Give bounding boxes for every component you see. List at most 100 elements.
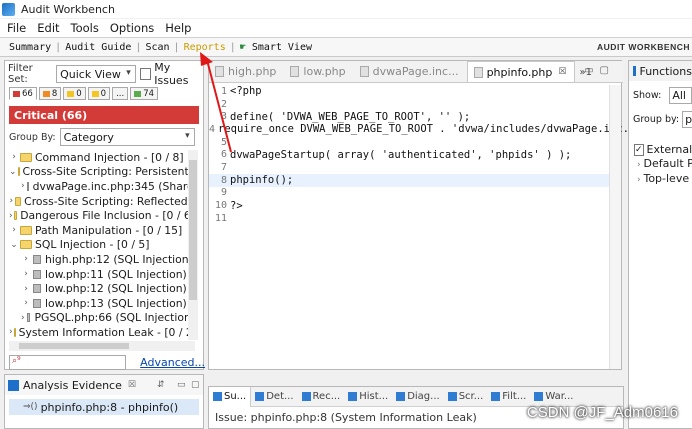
tree-category[interactable]: › System Information Leak - [0 / 2] <box>9 325 195 338</box>
evidence-row[interactable]: ⇒() phpinfo.php:8 - phpinfo() <box>9 399 199 415</box>
perspective-scan[interactable]: Scan <box>141 42 173 53</box>
tree-category[interactable]: › Dangerous File Inclusion - [0 / 6] <box>9 208 195 223</box>
tab-phpinfo-php[interactable]: phpinfo.php ☒ <box>466 61 576 82</box>
tab-label: low.php <box>303 65 346 78</box>
tree-category[interactable]: › Path Manipulation - [0 / 15] <box>9 223 195 238</box>
tree-issue[interactable]: › PGSQL.php:66 (SQL Injection) <box>9 311 195 326</box>
chevron-right-icon[interactable]: › <box>21 254 31 264</box>
tree-category[interactable]: ⌄ Cross-Site Scripting: Persistent - <box>9 165 195 180</box>
bottom-tab[interactable]: Diag... <box>392 391 444 402</box>
perspective-audit-guide[interactable]: Audit Guide <box>61 42 135 53</box>
filter-set-row: Filter Set: Quick View ▾ My Issues <box>5 61 205 87</box>
search-input[interactable]: ⌕⁹ <box>9 354 127 370</box>
chevron-right-icon[interactable]: › <box>21 269 31 279</box>
tab-high-php[interactable]: high.php <box>209 61 284 82</box>
bottom-tab[interactable]: Filt... <box>487 391 530 402</box>
minimize-icon[interactable]: ▭ <box>177 380 186 390</box>
tree-vertical-scrollbar[interactable] <box>188 150 198 340</box>
external-checkbox[interactable]: ✓ <box>634 143 644 156</box>
line-number: 9 <box>220 187 227 199</box>
tree-category[interactable]: › Command Injection - [0 / 8] <box>9 150 195 165</box>
bottom-tab-label: Scr... <box>458 391 484 402</box>
tree-issue[interactable]: › low.php:12 (SQL Injection) <box>9 281 195 296</box>
code-line[interactable]: 11 <box>209 212 609 225</box>
bottom-tab[interactable]: Hist... <box>344 391 392 402</box>
menu-edit[interactable]: Edit <box>37 21 59 35</box>
code-area[interactable]: 1 <?php 2 3 define( 'DVWA_WEB_PAGE_TO_ROOT',… <box>209 85 629 365</box>
tab-low-php[interactable]: low.php <box>284 61 353 82</box>
chevron-right-icon[interactable]: › <box>9 196 14 206</box>
my-issues-checkbox[interactable] <box>139 68 152 80</box>
chevron-right-icon[interactable]: › <box>21 313 25 323</box>
chevron-down-icon[interactable]: ⌄ <box>9 240 19 250</box>
line-number: 6 <box>220 149 227 161</box>
severity-tab-high[interactable]: 8 <box>38 87 62 100</box>
perspective-reports[interactable]: Reports <box>180 42 230 53</box>
bottom-tab[interactable]: Det... <box>251 391 297 402</box>
show-select[interactable]: All <box>669 86 692 104</box>
code-line[interactable]: 4 require_once DVWA_WEB_PAGE_TO_ROOT . 'd… <box>209 123 629 136</box>
group-by-select[interactable]: pa <box>682 110 692 128</box>
severity-tab-critical[interactable]: 66 <box>9 87 37 100</box>
bottom-tab[interactable]: Rec... <box>298 391 345 402</box>
line-text: <?php <box>230 85 262 98</box>
bottom-tab[interactable]: Scr... <box>444 391 488 402</box>
bottom-tab[interactable]: War... <box>530 391 577 402</box>
editor-window-controls[interactable]: ▭▢ <box>584 65 615 76</box>
code-line[interactable]: 5 <box>209 136 609 149</box>
perspective-summary[interactable]: Summary <box>5 42 55 53</box>
close-icon[interactable]: ☒ <box>128 380 136 390</box>
group-by-select[interactable]: Category ▾ <box>59 128 195 146</box>
severity-tab-low[interactable]: 0 <box>87 87 111 100</box>
chevron-right-icon[interactable]: › <box>21 298 31 308</box>
chevron-right-icon[interactable]: › <box>21 181 25 191</box>
menu-options[interactable]: Options <box>110 21 154 35</box>
chevron-right-icon[interactable]: › <box>9 225 19 235</box>
tree-category[interactable]: › Cross-Site Scripting: Reflected - <box>9 194 195 209</box>
tree-item-label: System Information Leak - [0 / 2] <box>18 325 195 338</box>
function-tree-item[interactable]: › Top-leve <box>629 172 692 186</box>
tree-issue[interactable]: › low.php:11 (SQL Injection) <box>9 267 195 282</box>
menu-help[interactable]: Help <box>165 21 191 35</box>
tree-item-label: dvwaPage.inc.php:345 (Shared <box>32 179 195 193</box>
code-line[interactable]: 10 ?> <box>209 199 609 212</box>
function-tree-item[interactable]: › Default P <box>629 157 692 171</box>
view-icon <box>213 392 222 401</box>
chevron-right-icon[interactable]: › <box>9 327 13 337</box>
chevron-right-icon[interactable]: › <box>9 152 19 162</box>
scrollbar-thumb[interactable] <box>19 343 129 349</box>
chevron-right-icon[interactable]: › <box>9 211 13 221</box>
line-text: require_once DVWA_WEB_PAGE_TO_ROOT . 'dv… <box>218 123 629 136</box>
chevron-down-icon[interactable]: ⌄ <box>9 167 17 177</box>
code-line[interactable]: 8 phpinfo(); <box>209 173 609 187</box>
code-line[interactable]: 9 <box>209 187 609 200</box>
bottom-tab[interactable]: Su... <box>209 386 252 407</box>
tree-issue[interactable]: › high.php:12 (SQL Injection) <box>9 252 195 267</box>
perspective-smart-view[interactable]: ☛ Smart View <box>236 42 316 53</box>
advanced-search-link[interactable]: Advanced... <box>140 356 205 369</box>
code-line[interactable]: 1 <?php <box>209 85 609 98</box>
tab-dvwapage-inc[interactable]: dvwaPage.inc... <box>354 61 467 82</box>
menu-tools[interactable]: Tools <box>71 21 99 35</box>
menu-file[interactable]: File <box>7 21 26 35</box>
tree-horizontal-scrollbar[interactable] <box>9 341 195 351</box>
code-line[interactable]: 7 <box>209 161 609 174</box>
watermark: CSDN @JF_Adm0616 <box>526 404 678 421</box>
close-icon[interactable]: ☒ <box>558 67 566 77</box>
code-line[interactable]: 6 dvwaPageStartup( array( 'authenticated'… <box>209 148 609 161</box>
severity-tab-more[interactable]: ... <box>112 87 129 100</box>
tree-category[interactable]: ⌄ SQL Injection - [0 / 5] <box>9 238 195 253</box>
chevron-right-icon[interactable]: › <box>21 284 31 294</box>
severity-count: ... <box>116 88 125 99</box>
severity-tab-all[interactable]: 74 <box>130 87 159 100</box>
code-line[interactable]: 2 <box>209 98 609 111</box>
code-line[interactable]: 3 define( 'DVWA_WEB_PAGE_TO_ROOT', '' ); <box>209 110 609 123</box>
collapse-icon[interactable]: ⇵ <box>157 380 165 390</box>
severity-tab-medium[interactable]: 0 <box>63 87 86 100</box>
tree-issue[interactable]: › low.php:13 (SQL Injection) <box>9 296 195 311</box>
maximize-icon[interactable]: ▢ <box>191 380 200 390</box>
scrollbar-thumb[interactable] <box>189 160 197 300</box>
editor-vertical-scrollbar[interactable] <box>609 85 621 369</box>
tree-issue[interactable]: › dvwaPage.inc.php:345 (Shared <box>9 179 195 194</box>
filter-set-select[interactable]: Quick View ▾ <box>56 65 136 83</box>
